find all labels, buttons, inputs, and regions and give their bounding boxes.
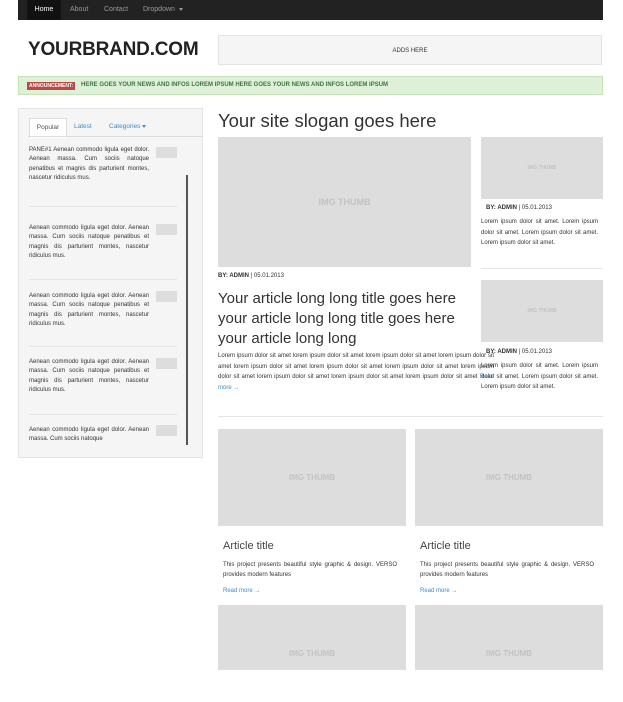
ad-banner[interactable]: ADDS HERE: [218, 35, 602, 65]
announcement-bar: ANNOUNCEMENT: HERE GOES YOUR NEWS AND IN…: [18, 76, 603, 95]
divider: [481, 268, 603, 269]
article-image[interactable]: IMG THUMB: [218, 605, 406, 670]
article-title[interactable]: Article title: [223, 540, 274, 552]
tab-categories-label: Categories: [109, 123, 141, 130]
byline-date: | 05.01.2013: [518, 349, 552, 355]
list-item[interactable]: PANE#1 Aenean commodo ligula eget dolor.…: [29, 146, 149, 184]
byline-author: BY: ADMIN: [218, 273, 249, 279]
byline-date: | 05.01.2013: [250, 273, 284, 279]
article-image[interactable]: IMG THUMB: [415, 429, 603, 526]
side-post-byline: BY: ADMIN | 05.01.2013: [486, 205, 552, 211]
divider: [218, 416, 603, 417]
feature-byline: BY: ADMIN | 05.01.2013: [218, 273, 284, 279]
article-image[interactable]: IMG THUMB: [218, 429, 406, 526]
divider: [29, 346, 177, 347]
byline-author: BY: ADMIN: [486, 205, 517, 211]
side-post-excerpt: Lorem ipsum dolor sit amet. Lorem ipsum …: [481, 363, 598, 390]
chevron-down-icon: [178, 7, 183, 11]
list-item[interactable]: Aenean commodo ligula eget dolor. Aenean…: [29, 358, 149, 396]
divider: [29, 279, 177, 280]
feature-excerpt-text: Lorem ipsum dolor sit amet lorem ipsum d…: [218, 353, 494, 380]
byline-date: | 05.01.2013: [518, 205, 552, 211]
pane-scrollbar[interactable]: [186, 175, 188, 445]
feature-title[interactable]: Your article long long title goes here y…: [218, 289, 474, 349]
nav-dropdown-label: Dropdown: [143, 6, 175, 13]
read-more-link[interactable]: Read more →: [223, 586, 260, 597]
list-item[interactable]: Aenean commodo ligula eget dolor. Aenean…: [29, 426, 149, 445]
article-title[interactable]: Article title: [420, 540, 471, 552]
side-post-image[interactable]: IMG THUMB: [481, 280, 603, 342]
nav-dropdown-link[interactable]: Dropdown: [143, 0, 183, 20]
list-item-thumbnail: [156, 147, 177, 158]
article-image[interactable]: IMG THUMB: [415, 605, 603, 670]
side-post-byline: BY: ADMIN | 05.01.2013: [486, 349, 552, 355]
list-item[interactable]: Aenean commodo ligula eget dolor. Aenean…: [29, 224, 149, 262]
nav-home-link[interactable]: Home: [27, 0, 61, 20]
list-item-thumbnail: [156, 291, 177, 302]
feature-excerpt: Lorem ipsum dolor sit amet lorem ipsum d…: [218, 351, 494, 393]
nav-contact-link[interactable]: Contact: [104, 0, 128, 20]
announcement-text: HERE GOES YOUR NEWS AND INFOS LOREM IPSU…: [81, 82, 389, 88]
chevron-down-icon: [142, 124, 147, 128]
byline-author: BY: ADMIN: [486, 349, 517, 355]
announcement-badge: ANNOUNCEMENT:: [27, 82, 76, 90]
list-item-thumbnail: [156, 425, 177, 436]
article-excerpt: This project presents beautiful style gr…: [223, 562, 397, 578]
divider: [29, 414, 177, 415]
tab-popular[interactable]: Popular: [29, 118, 67, 138]
tab-latest[interactable]: Latest: [74, 118, 92, 136]
article-excerpt: This project presents beautiful style gr…: [420, 562, 594, 578]
nav-about-link[interactable]: About: [70, 0, 88, 20]
side-post-image[interactable]: IMG THUMB: [481, 137, 603, 199]
side-post-excerpt: Lorem ipsum dolor sit amet. Lorem ipsum …: [481, 219, 598, 246]
list-item[interactable]: Aenean commodo ligula eget dolor. Aenean…: [29, 292, 149, 330]
tab-divider: [28, 136, 202, 137]
divider: [29, 206, 177, 207]
brand-logo[interactable]: YOURBRAND.COM: [28, 39, 199, 61]
feature-image[interactable]: IMG THUMB: [218, 137, 471, 267]
list-item-thumbnail: [156, 358, 177, 369]
top-navbar: Home About Contact Dropdown: [18, 0, 603, 20]
site-slogan: Your site slogan goes here: [218, 110, 437, 131]
tab-categories[interactable]: Categories: [109, 118, 147, 136]
read-more-link[interactable]: Read more →: [420, 586, 457, 597]
list-item-thumbnail: [156, 224, 177, 235]
